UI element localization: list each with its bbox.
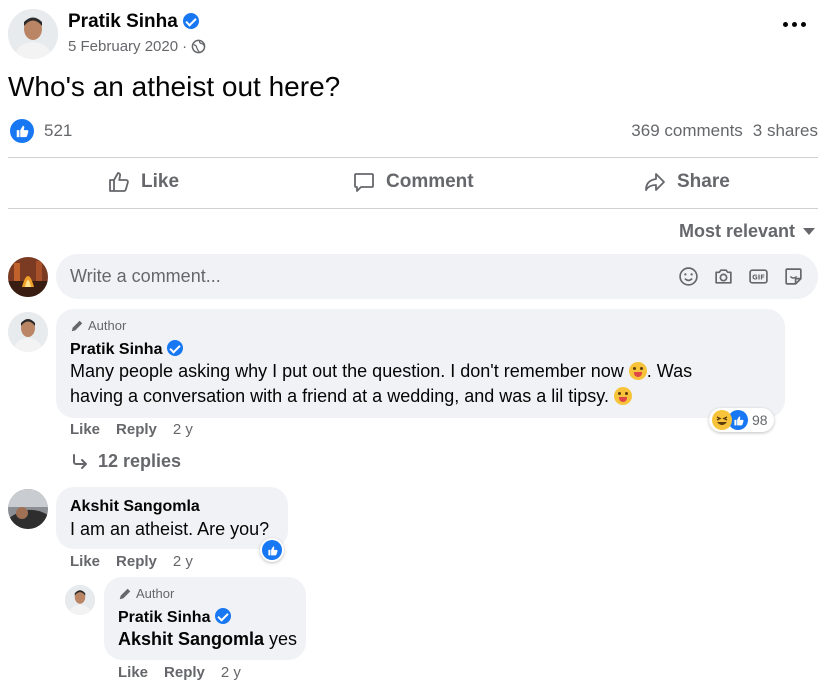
- globe-icon: [191, 39, 206, 54]
- like-reaction-icon: [262, 540, 282, 560]
- sticker-icon[interactable]: [783, 266, 804, 287]
- comment-author[interactable]: Pratik Sinha: [70, 340, 183, 359]
- like-count: 521: [44, 121, 73, 140]
- comment-author-name[interactable]: Pratik Sinha: [70, 341, 162, 358]
- author-badge-label: Author: [136, 586, 175, 601]
- reply-author[interactable]: Pratik Sinha: [118, 608, 231, 627]
- comment-actions: Like Reply 2 y: [70, 553, 193, 570]
- view-replies-link[interactable]: 12 replies: [70, 451, 181, 472]
- reply-reply-link[interactable]: Reply: [164, 664, 205, 681]
- comment-text-line1-end: . Was: [646, 361, 693, 381]
- reply-time[interactable]: 2 y: [221, 664, 241, 681]
- post-author-name[interactable]: Pratik Sinha: [68, 11, 178, 32]
- haha-reaction-icon: [712, 410, 732, 430]
- author-avatar[interactable]: [8, 9, 58, 59]
- comment-text: Many people asking why I put out the que…: [70, 359, 770, 409]
- reply-actions: Like Reply 2 y: [118, 664, 241, 681]
- comment-reply-link[interactable]: Reply: [116, 553, 157, 570]
- gif-icon[interactable]: GIF: [748, 266, 769, 287]
- comment-text-line2: having a conversation with a friend at a…: [70, 386, 609, 406]
- like-button-label: Like: [141, 171, 180, 192]
- comment-sort-dropdown[interactable]: Most relevant: [679, 221, 815, 242]
- like-reaction-icon: [10, 119, 34, 143]
- comment-bubble: Akshit Sangomla I am an atheist. Are you…: [56, 487, 288, 549]
- reply-author-name[interactable]: Pratik Sinha: [118, 609, 210, 626]
- thumbs-up-icon: [109, 172, 129, 192]
- comment-time[interactable]: 2 y: [173, 421, 193, 438]
- shares-count[interactable]: 3 shares: [753, 121, 818, 141]
- share-icon: [645, 173, 665, 191]
- viewer-avatar[interactable]: [8, 257, 48, 297]
- post-date[interactable]: 5 February 2020: [68, 38, 178, 55]
- comment-time[interactable]: 2 y: [173, 553, 193, 570]
- author-badge: Author: [70, 318, 126, 333]
- more-horizontal-icon[interactable]: [783, 22, 806, 27]
- reply-mention[interactable]: Akshit Sangomla: [118, 629, 264, 649]
- divider-top: [8, 157, 818, 158]
- verified-badge-icon: [214, 608, 231, 624]
- comment-like-link[interactable]: Like: [70, 553, 100, 570]
- verified-badge-icon: [183, 13, 200, 29]
- comment-text-line1: Many people asking why I put out the que…: [70, 361, 624, 381]
- comment-avatar[interactable]: [8, 489, 48, 529]
- sort-label: Most relevant: [678, 221, 795, 241]
- caret-down-icon: [803, 228, 815, 235]
- reply-bubble: Author Pratik Sinha Akshit Sangomla yes: [104, 577, 306, 660]
- comment-avatar[interactable]: [8, 312, 48, 352]
- post-meta: 5 February 2020 ·: [68, 38, 206, 55]
- reply-text: Akshit Sangomla yes: [118, 627, 297, 652]
- share-button[interactable]: Share: [643, 170, 730, 194]
- reply-avatar-image: [65, 585, 95, 615]
- comment-like-link[interactable]: Like: [70, 421, 100, 438]
- svg-text:GIF: GIF: [752, 274, 765, 282]
- comment-author-name[interactable]: Akshit Sangomla: [70, 498, 200, 516]
- comments-count[interactable]: 369 comments: [631, 121, 743, 141]
- comment-input[interactable]: [70, 266, 678, 287]
- comment-avatar-image: [8, 312, 48, 352]
- author-badge-label: Author: [88, 318, 127, 333]
- comment-bubble: Author Pratik Sinha Many people asking w…: [56, 309, 785, 418]
- pencil-icon: [119, 588, 131, 599]
- comment-avatar-image: [8, 489, 48, 529]
- comment-text: I am an atheist. Are you?: [70, 519, 270, 539]
- reaction-count: 98: [752, 412, 768, 428]
- comment-button-label: Comment: [386, 171, 474, 192]
- reaction-summary[interactable]: 521: [10, 119, 72, 143]
- comment-reactions[interactable]: [260, 538, 284, 562]
- comment-actions: Like Reply 2 y: [70, 421, 193, 438]
- reply-text-body: yes: [269, 629, 298, 649]
- post-author[interactable]: Pratik Sinha: [68, 11, 200, 33]
- tongue-emoji-icon: [628, 362, 647, 380]
- verified-badge-icon: [166, 340, 183, 356]
- comment-reply-link[interactable]: Reply: [116, 421, 157, 438]
- divider-bottom: [8, 208, 818, 209]
- post-text: Who's an atheist out here?: [8, 71, 341, 102]
- camera-icon[interactable]: [713, 266, 734, 287]
- author-badge: Author: [118, 586, 174, 601]
- emoji-icon[interactable]: [678, 266, 699, 287]
- engagement-counts: 369 comments 3 shares: [631, 121, 818, 141]
- comment-icon: [354, 173, 374, 192]
- like-button[interactable]: Like: [107, 170, 179, 194]
- replies-count: 12 replies: [98, 451, 182, 471]
- author-avatar-image: [8, 9, 58, 59]
- composer-icons: GIF: [678, 266, 804, 287]
- comment-button[interactable]: Comment: [352, 170, 474, 194]
- pencil-icon: [71, 320, 83, 331]
- tongue-emoji-icon: [614, 387, 632, 405]
- viewer-avatar-image: [8, 257, 48, 297]
- meta-separator: ·: [182, 38, 188, 55]
- comment-reactions[interactable]: 98: [709, 408, 774, 432]
- reply-arrow-icon: [73, 453, 87, 469]
- reply-like-link[interactable]: Like: [118, 664, 148, 681]
- comment-composer[interactable]: GIF: [56, 254, 818, 299]
- reply-avatar[interactable]: [65, 585, 95, 615]
- share-button-label: Share: [677, 171, 730, 192]
